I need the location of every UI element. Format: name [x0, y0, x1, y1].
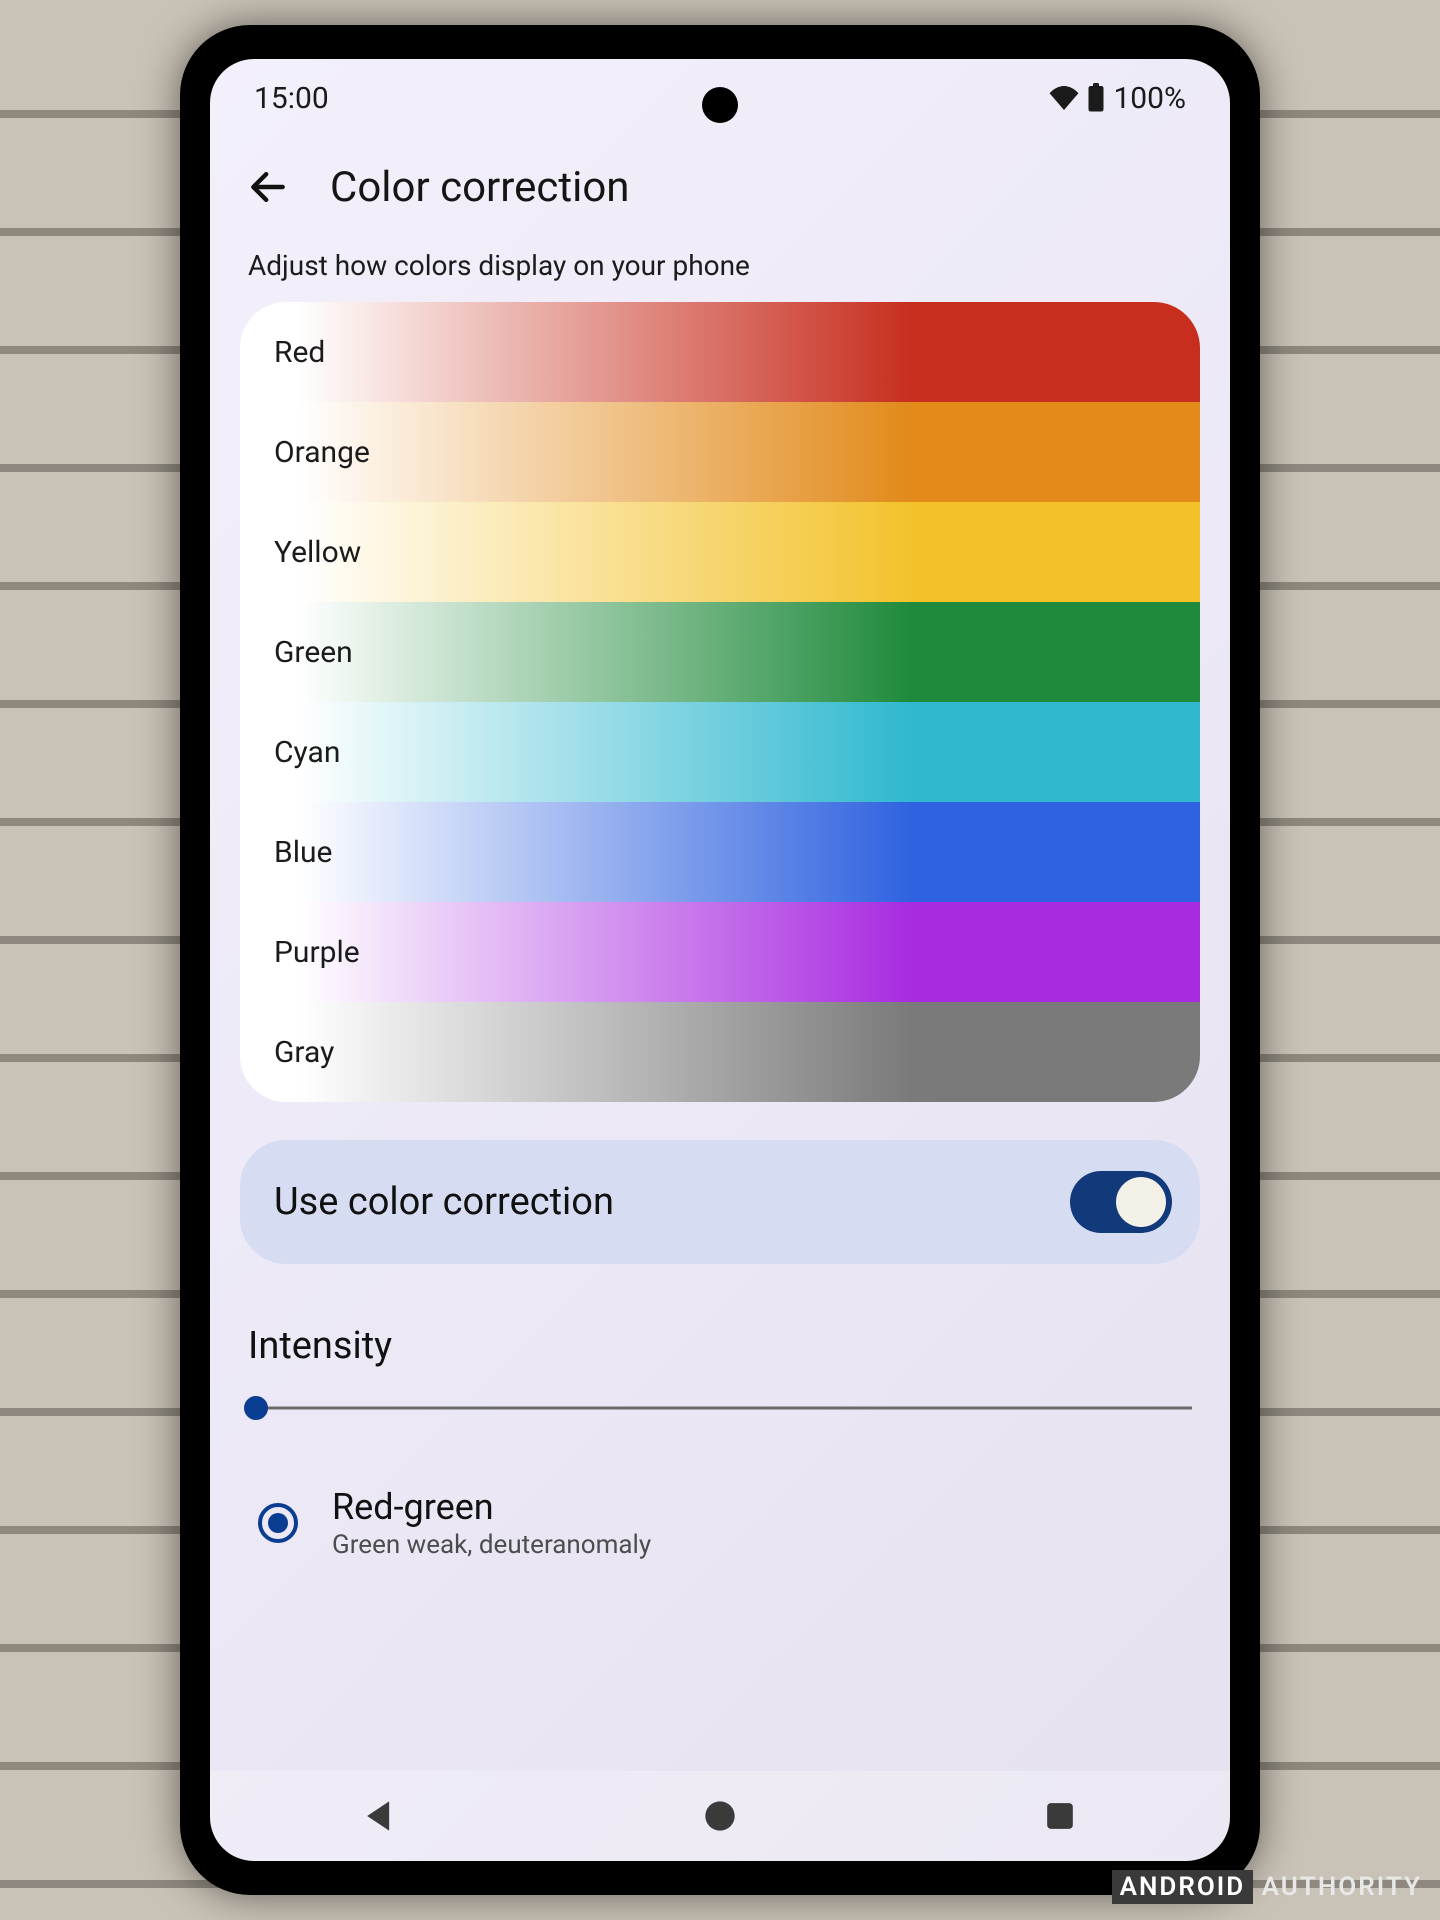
swatch-row: Red: [240, 302, 1200, 402]
back-button[interactable]: [240, 159, 296, 215]
page-content: Adjust how colors display on your phone …: [210, 237, 1230, 1771]
swatch-row: Green: [240, 602, 1200, 702]
nav-recents-button[interactable]: [1038, 1794, 1082, 1838]
swatch-label: Yellow: [274, 535, 361, 570]
wifi-icon: [1049, 86, 1079, 110]
use-color-correction-row[interactable]: Use color correction: [240, 1140, 1200, 1264]
swatch-label: Purple: [274, 935, 360, 970]
battery-percent: 100%: [1113, 81, 1186, 116]
option-secondary: Green weak, deuteranomaly: [332, 1530, 651, 1560]
photo-backdrop: 15:00 100% Color correction: [0, 0, 1440, 1920]
swatch-row: Cyan: [240, 702, 1200, 802]
phone-screen: 15:00 100% Color correction: [210, 59, 1230, 1861]
correction-mode-option[interactable]: Red-green Green weak, deuteranomaly: [240, 1486, 1200, 1560]
color-swatch-card: Red Orange Yellow Green Cyan Blue Purple Gray: [240, 302, 1200, 1102]
camera-hole: [702, 87, 738, 123]
watermark-left: ANDROID: [1112, 1870, 1254, 1904]
status-time: 15:00: [254, 81, 329, 116]
intensity-label: Intensity: [248, 1324, 1200, 1368]
swatch-label: Cyan: [274, 735, 340, 770]
slider-track: [248, 1407, 1192, 1410]
intensity-slider[interactable]: [248, 1398, 1192, 1418]
radio-selected-icon: [258, 1503, 298, 1543]
toggle-label: Use color correction: [274, 1180, 614, 1224]
page-header: Color correction: [210, 137, 1230, 237]
phone-chassis: 15:00 100% Color correction: [180, 25, 1260, 1895]
watermark-right: AUTHORITY: [1262, 1872, 1422, 1902]
battery-icon: [1087, 83, 1105, 113]
swatch-row: Gray: [240, 1002, 1200, 1102]
swatch-row: Purple: [240, 902, 1200, 1002]
navigation-bar: [210, 1771, 1230, 1861]
swatch-label: Green: [274, 635, 353, 670]
nav-home-button[interactable]: [698, 1794, 742, 1838]
page-subtitle: Adjust how colors display on your phone: [248, 249, 1192, 282]
watermark: ANDROID AUTHORITY: [1112, 1872, 1422, 1902]
swatch-row: Yellow: [240, 502, 1200, 602]
swatch-row: Orange: [240, 402, 1200, 502]
swatch-label: Red: [274, 335, 325, 370]
page-title: Color correction: [330, 163, 629, 212]
option-primary: Red-green: [332, 1486, 651, 1528]
swatch-label: Orange: [274, 435, 370, 470]
swatch-label: Gray: [274, 1035, 334, 1070]
swatch-label: Blue: [274, 835, 332, 870]
switch-thumb: [1116, 1177, 1166, 1227]
nav-back-button[interactable]: [358, 1794, 402, 1838]
slider-knob[interactable]: [244, 1396, 268, 1420]
use-color-correction-switch[interactable]: [1070, 1171, 1172, 1233]
swatch-row: Blue: [240, 802, 1200, 902]
